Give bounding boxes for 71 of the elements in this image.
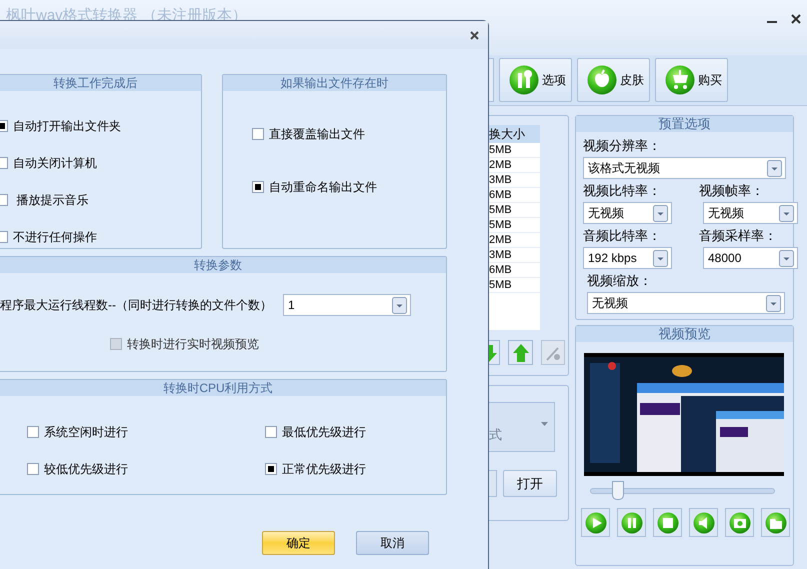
field-label: 音频采样率： <box>699 228 778 244</box>
tools-icon <box>509 65 539 95</box>
seek-thumb[interactable] <box>612 481 624 500</box>
group-title: 如果输出文件存在时 <box>223 75 446 91</box>
dropdown[interactable]: 192 kbps <box>583 247 672 269</box>
cart-icon <box>665 65 695 95</box>
checkbox-label[interactable]: 较低优先级进行 <box>44 460 128 478</box>
panel-title: 预置选项 <box>576 116 793 132</box>
threads-dropdown[interactable]: 1 <box>283 294 411 316</box>
checkbox-label[interactable]: 播放提示音乐 <box>13 191 88 209</box>
button[interactable] <box>489 470 497 497</box>
dropdown[interactable]: 48000 <box>703 247 798 269</box>
field-label: 视频缩放： <box>586 273 653 289</box>
checkbox[interactable] <box>27 463 39 475</box>
checkbox-label[interactable]: 系统空闲时进行 <box>44 423 128 441</box>
checkbox[interactable] <box>27 426 39 438</box>
toolbar-button[interactable]: 选项 <box>499 58 572 102</box>
dropdown[interactable]: 无视频 <box>583 202 672 224</box>
column-header: 换大小 <box>489 125 540 143</box>
checkbox-label[interactable]: 自动重命名输出文件 <box>269 178 377 196</box>
camera-icon <box>728 512 750 534</box>
play-icon <box>584 512 606 534</box>
speaker-icon <box>692 512 714 534</box>
checkbox-label[interactable]: 最低优先级进行 <box>282 423 366 441</box>
open-button[interactable]: 打开 <box>503 470 557 497</box>
caret-icon <box>541 422 548 426</box>
dropdown[interactable]: 该格式无视频 <box>583 157 786 179</box>
checkbox[interactable] <box>252 181 264 193</box>
field-label: 视频分辨率： <box>583 138 662 154</box>
group-title: 转换工作完成后 <box>0 75 201 91</box>
checkbox-label[interactable]: 不进行任何操作 <box>13 228 97 246</box>
dialog-button[interactable]: 确定 <box>262 531 335 555</box>
panel-title: 视频预览 <box>576 326 793 342</box>
toolbar-button[interactable]: 购买 <box>655 58 728 102</box>
player-button[interactable] <box>725 508 754 537</box>
dropdown[interactable]: 无视频 <box>703 202 798 224</box>
group-title: 转换时CPU利用方式 <box>0 380 446 396</box>
player-button[interactable] <box>581 508 610 537</box>
arrow-down-icon <box>489 342 499 362</box>
apple-icon <box>587 65 617 95</box>
checkbox[interactable] <box>265 463 277 475</box>
move-down-button[interactable] <box>489 340 500 365</box>
close-icon <box>791 13 801 25</box>
close-icon <box>470 30 479 40</box>
field-label: 音频比特率： <box>583 228 662 244</box>
field-label: 视频比特率： <box>583 183 662 199</box>
pause-icon <box>620 512 642 534</box>
checkbox-label[interactable]: 自动关闭计算机 <box>13 154 97 172</box>
arrow-up-icon <box>512 342 530 362</box>
field-label: 程序最大运行线程数--（同时进行转换的文件个数） <box>0 297 273 314</box>
checkbox-label[interactable]: 正常优先级进行 <box>282 460 366 478</box>
checkbox[interactable] <box>265 426 277 438</box>
dropdown[interactable]: 无视频 <box>587 292 785 314</box>
checkbox[interactable] <box>252 128 264 140</box>
move-up-button[interactable] <box>508 340 533 365</box>
toolbar-button[interactable] <box>489 58 494 102</box>
field-label: 视频帧率： <box>699 183 765 199</box>
stop-icon <box>656 512 678 534</box>
player-button[interactable] <box>689 508 718 537</box>
folder-icon <box>764 512 786 534</box>
checkbox-label[interactable]: 直接覆盖输出文件 <box>269 125 365 143</box>
toolbar-button[interactable]: 皮肤 <box>577 58 650 102</box>
checkbox-label[interactable]: 自动打开输出文件夹 <box>13 117 121 135</box>
player-button[interactable] <box>761 508 790 537</box>
dialog-button[interactable]: 取消 <box>356 531 429 555</box>
player-button[interactable] <box>653 508 682 537</box>
clear-button[interactable] <box>541 340 565 365</box>
group-title: 转换参数 <box>0 257 446 273</box>
wand-icon <box>545 344 561 360</box>
minimize-icon <box>767 21 777 23</box>
player-button[interactable] <box>617 508 646 537</box>
